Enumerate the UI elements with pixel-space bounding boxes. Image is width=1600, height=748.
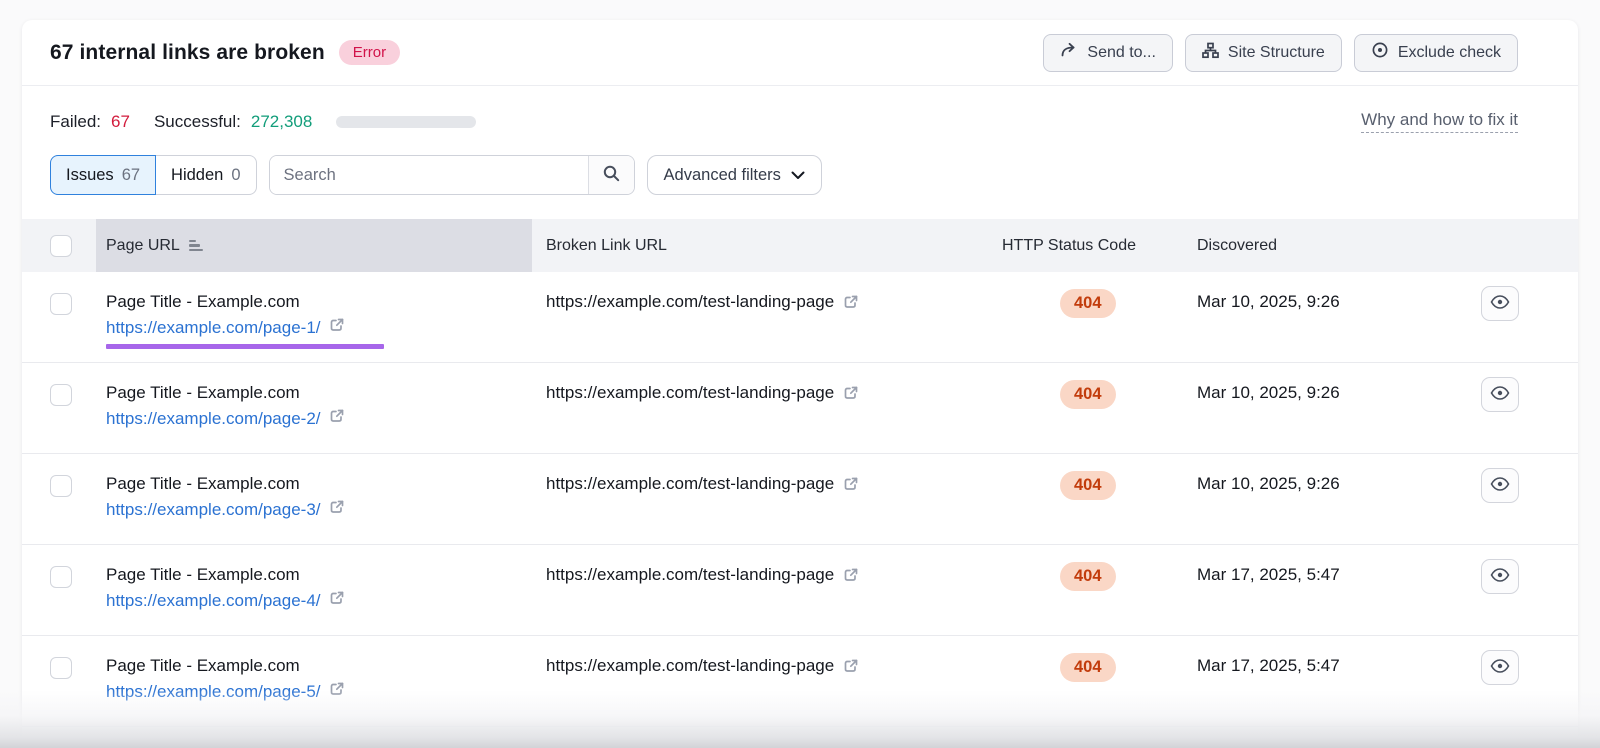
- status-badge: 404: [1060, 653, 1116, 682]
- page-url-link[interactable]: https://example.com/page-3/: [106, 497, 321, 523]
- external-link-icon: [329, 406, 345, 432]
- failed-value: 67: [111, 112, 130, 132]
- eye-icon: [1490, 476, 1510, 495]
- success-progress-bar: [336, 116, 476, 128]
- hide-issue-button[interactable]: [1481, 559, 1519, 594]
- row-checkbox[interactable]: [50, 293, 72, 315]
- select-all-checkbox[interactable]: [50, 235, 72, 257]
- hide-issue-button[interactable]: [1481, 377, 1519, 412]
- tab-hidden-count: 0: [231, 166, 240, 185]
- broken-url-text: https://example.com/test-landing-page: [546, 380, 834, 406]
- row-checkbox[interactable]: [50, 475, 72, 497]
- broken-links-table: Page URL Broken Link URL HTTP Status Cod…: [22, 219, 1578, 727]
- row-checkbox[interactable]: [50, 384, 72, 406]
- table-header-row: Page URL Broken Link URL HTTP Status Cod…: [22, 219, 1578, 272]
- stats-row: Failed: 67 Successful: 272,308 Why and h…: [22, 86, 1578, 133]
- discovered-date: Mar 10, 2025, 9:26: [1175, 363, 1454, 453]
- issue-report-card: 67 internal links are broken Error Send …: [22, 20, 1578, 748]
- page-title-text: Page Title - Example.com: [106, 653, 532, 679]
- page-url-link[interactable]: https://example.com/page-5/: [106, 679, 321, 705]
- sort-icon: [189, 240, 203, 252]
- chevron-down-icon: [791, 166, 805, 185]
- search-input[interactable]: [270, 156, 588, 194]
- tab-issues[interactable]: Issues 67: [50, 155, 156, 195]
- exclude-check-label: Exclude check: [1398, 44, 1501, 62]
- issues-hidden-tabs: Issues 67 Hidden 0: [50, 155, 257, 195]
- external-link-icon: [329, 679, 345, 705]
- error-badge: Error: [339, 40, 400, 65]
- why-how-to-fix-link[interactable]: Why and how to fix it: [1361, 110, 1518, 133]
- external-link-icon[interactable]: [843, 653, 859, 682]
- filter-row: Issues 67 Hidden 0 Advanced filters: [22, 133, 1578, 195]
- eye-icon: [1490, 567, 1510, 586]
- search-button[interactable]: [588, 156, 634, 194]
- sitemap-icon: [1202, 42, 1219, 64]
- broken-url-text: https://example.com/test-landing-page: [546, 562, 834, 588]
- send-arrow-icon: [1060, 42, 1078, 63]
- discovered-date: Mar 10, 2025, 9:26: [1175, 272, 1454, 362]
- column-header-broken-link-url: Broken Link URL: [532, 219, 980, 272]
- external-link-icon: [329, 588, 345, 614]
- external-link-icon[interactable]: [843, 289, 859, 318]
- column-header-http-status: HTTP Status Code: [980, 219, 1175, 272]
- external-link-icon[interactable]: [843, 562, 859, 591]
- status-badge: 404: [1060, 289, 1116, 318]
- table-row: Page Title - Example.com https://example…: [22, 454, 1578, 545]
- page-title-text: Page Title - Example.com: [106, 289, 532, 315]
- external-link-icon[interactable]: [843, 380, 859, 409]
- search-icon: [602, 164, 621, 186]
- page-title-text: Page Title - Example.com: [106, 380, 532, 406]
- external-link-icon: [329, 497, 345, 523]
- tab-issues-count: 67: [122, 166, 140, 185]
- failed-label: Failed:: [50, 112, 101, 132]
- hide-issue-button[interactable]: [1481, 286, 1519, 321]
- successful-label: Successful:: [154, 112, 241, 132]
- column-header-page-url[interactable]: Page URL: [96, 219, 532, 272]
- broken-url-text: https://example.com/test-landing-page: [546, 653, 834, 679]
- advanced-filters-button[interactable]: Advanced filters: [647, 155, 822, 195]
- page-title: 67 internal links are broken: [50, 41, 325, 65]
- tab-hidden[interactable]: Hidden 0: [156, 155, 256, 195]
- broken-url-text: https://example.com/test-landing-page: [546, 289, 834, 315]
- tab-hidden-label: Hidden: [171, 166, 223, 185]
- discovered-date: Mar 17, 2025, 5:47: [1175, 545, 1454, 635]
- site-structure-button[interactable]: Site Structure: [1185, 34, 1342, 72]
- external-link-icon[interactable]: [843, 471, 859, 500]
- page-url-link[interactable]: https://example.com/page-2/: [106, 406, 321, 432]
- broken-url-text: https://example.com/test-landing-page: [546, 471, 834, 497]
- site-structure-label: Site Structure: [1228, 44, 1325, 62]
- table-row: Page Title - Example.com https://example…: [22, 363, 1578, 454]
- page-title-text: Page Title - Example.com: [106, 562, 532, 588]
- column-header-discovered: Discovered: [1175, 219, 1454, 272]
- table-row: Page Title - Example.com https://example…: [22, 545, 1578, 636]
- hide-issue-button[interactable]: [1481, 650, 1519, 685]
- row-checkbox[interactable]: [50, 566, 72, 588]
- page-url-link[interactable]: https://example.com/page-1/: [106, 315, 321, 341]
- page-title-text: Page Title - Example.com: [106, 471, 532, 497]
- advanced-filters-label: Advanced filters: [664, 166, 781, 185]
- highlight-underline: [106, 344, 384, 349]
- discovered-date: Mar 17, 2025, 5:47: [1175, 636, 1454, 726]
- exclude-check-button[interactable]: Exclude check: [1354, 34, 1518, 72]
- status-badge: 404: [1060, 380, 1116, 409]
- table-row: Page Title - Example.com https://example…: [22, 636, 1578, 727]
- eye-icon: [1490, 294, 1510, 313]
- status-badge: 404: [1060, 471, 1116, 500]
- card-header: 67 internal links are broken Error Send …: [22, 20, 1578, 86]
- page-url-link[interactable]: https://example.com/page-4/: [106, 588, 321, 614]
- successful-value: 272,308: [251, 112, 312, 132]
- eye-icon: [1490, 658, 1510, 677]
- hide-issue-button[interactable]: [1481, 468, 1519, 503]
- send-to-button[interactable]: Send to...: [1043, 34, 1173, 72]
- tab-issues-label: Issues: [66, 166, 114, 185]
- status-badge: 404: [1060, 562, 1116, 591]
- eye-icon: [1371, 41, 1389, 64]
- search-box: [269, 155, 635, 195]
- discovered-date: Mar 10, 2025, 9:26: [1175, 454, 1454, 544]
- send-to-label: Send to...: [1087, 44, 1156, 62]
- table-row: Page Title - Example.com https://example…: [22, 272, 1578, 363]
- external-link-icon: [329, 315, 345, 341]
- eye-icon: [1490, 385, 1510, 404]
- row-checkbox[interactable]: [50, 657, 72, 679]
